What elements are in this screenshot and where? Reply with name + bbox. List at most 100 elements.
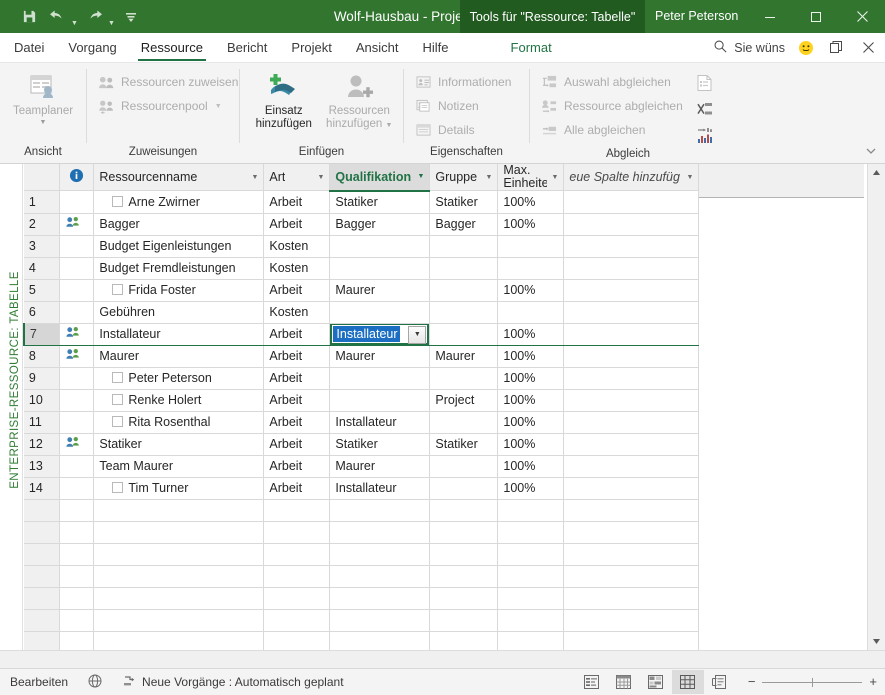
tell-me-box[interactable]: Sie wüns (713, 39, 791, 57)
cell-neue-spalte[interactable] (563, 543, 700, 566)
cell-max-einheiten[interactable]: 100% (497, 455, 565, 478)
cell-neue-spalte[interactable] (563, 301, 700, 324)
cell-art[interactable]: Arbeit (263, 322, 331, 346)
cell-art[interactable]: Arbeit (263, 190, 331, 214)
table-row[interactable]: 14 Tim Turner Arbeit Installateur 100% (23, 477, 700, 500)
cell-ressourcenname[interactable] (93, 543, 265, 566)
zoom-track[interactable] (762, 676, 863, 688)
row-number[interactable]: 2 (23, 213, 61, 236)
row-number[interactable]: 4 (23, 257, 61, 280)
ressource-abgleichen-button[interactable]: Ressource abgleichen (536, 95, 687, 117)
scroll-up-button[interactable] (868, 164, 885, 181)
cell-gruppe[interactable] (429, 455, 499, 478)
cell-art[interactable]: Arbeit (263, 345, 331, 368)
cell-neue-spalte[interactable] (563, 322, 700, 346)
tab-format[interactable]: Format (499, 33, 564, 62)
cell-gruppe[interactable] (429, 411, 499, 434)
cell-gruppe[interactable] (429, 499, 499, 522)
cell-neue-spalte[interactable] (563, 213, 700, 236)
column-header-qualifikation[interactable]: Qualifikation ▼ (329, 164, 431, 192)
zoom-slider[interactable]: − + (736, 675, 877, 688)
select-all-corner[interactable] (23, 164, 61, 191)
row-indicator[interactable] (59, 609, 95, 632)
cell-neue-spalte[interactable] (563, 433, 700, 456)
cell-max-einheiten[interactable] (497, 521, 565, 544)
auswahl-abgleichen-button[interactable]: Auswahl abgleichen (536, 71, 687, 93)
tab-hilfe[interactable]: Hilfe (411, 33, 461, 62)
scroll-down-button[interactable] (868, 633, 885, 650)
row-number[interactable]: 9 (23, 367, 61, 390)
column-header-art[interactable]: Art ▼ (263, 164, 331, 191)
save-icon[interactable] (16, 5, 42, 29)
cell-gruppe[interactable] (429, 301, 499, 324)
collapse-ribbon-icon[interactable] (865, 145, 879, 159)
table-row[interactable]: 1 Arne Zwirner Arbeit Statiker Statiker … (23, 190, 700, 214)
cell-qualifikation[interactable]: Maurer (329, 455, 431, 478)
cell-max-einheiten[interactable]: 100% (497, 190, 565, 214)
cell-art[interactable]: Arbeit (263, 213, 331, 236)
cell-gruppe[interactable] (429, 279, 499, 302)
cell-ressourcenname[interactable] (93, 499, 265, 522)
cell-qualifikation[interactable]: Maurer (329, 345, 431, 368)
table-row[interactable]: 4 Budget Fremdleistungen Kosten (23, 257, 700, 280)
cell-art[interactable]: Arbeit (263, 433, 331, 456)
cell-gruppe[interactable] (429, 477, 499, 500)
cell-qualifikation[interactable]: Bagger (329, 213, 431, 236)
cell-gruppe[interactable] (429, 587, 499, 610)
cell-neue-spalte[interactable] (563, 389, 700, 412)
cell-art[interactable]: Arbeit (263, 477, 331, 500)
qualifikation-dropdown-list[interactable]: Bagger Installateur (330, 345, 430, 346)
cell-max-einheiten[interactable]: 100% (497, 389, 565, 412)
zoom-out-button[interactable]: − (748, 675, 756, 688)
undo-group[interactable]: ▼ (44, 3, 79, 31)
cell-art[interactable]: Kosten (263, 257, 331, 280)
cell-ressourcenname[interactable] (93, 609, 265, 632)
table-row[interactable]: 10 Renke Holert Arbeit Project 100% (23, 389, 700, 412)
tab-datei[interactable]: Datei (0, 33, 56, 62)
row-number[interactable]: 11 (23, 411, 61, 434)
signed-in-user[interactable]: Peter Peterson (655, 0, 738, 33)
row-indicator[interactable] (59, 190, 95, 214)
table-row[interactable]: 2 Bagger Arbeit Bagger Bagger 100% (23, 213, 700, 236)
table-row-empty[interactable] (23, 521, 700, 544)
cell-art[interactable]: Kosten (263, 235, 331, 258)
cell-ressourcenname[interactable] (93, 565, 265, 588)
cell-qualifikation[interactable]: Installateur (329, 411, 431, 434)
cell-neue-spalte[interactable] (563, 190, 700, 214)
row-indicator[interactable] (59, 301, 95, 324)
row-indicator[interactable] (59, 279, 95, 302)
cell-qualifikation[interactable] (329, 521, 431, 544)
tab-ressource[interactable]: Ressource (129, 33, 215, 62)
chevron-down-icon[interactable]: ▼ (551, 174, 558, 181)
row-number[interactable]: 13 (23, 455, 61, 478)
notizen-button[interactable]: Notizen (410, 95, 515, 117)
cell-max-einheiten[interactable] (497, 257, 565, 280)
cell-gruppe[interactable] (429, 609, 499, 632)
undo-caret-icon[interactable]: ▼ (70, 3, 79, 31)
leveling-options-icon[interactable] (693, 71, 717, 95)
cell-ressourcenname[interactable] (93, 521, 265, 544)
gantt-view-button[interactable] (576, 670, 608, 694)
table-row-empty[interactable] (23, 543, 700, 566)
row-number[interactable] (23, 499, 61, 522)
tab-vorgang[interactable]: Vorgang (56, 33, 128, 62)
row-number[interactable]: 8 (23, 345, 61, 368)
table-row-empty[interactable] (23, 609, 700, 632)
alle-abgleichen-button[interactable]: Alle abgleichen (536, 119, 687, 141)
cell-neue-spalte[interactable] (563, 235, 700, 258)
row-indicator[interactable] (59, 389, 95, 412)
cell-gruppe[interactable]: Statiker (429, 433, 499, 456)
cell-neue-spalte[interactable] (563, 455, 700, 478)
table-row[interactable]: 12 Statiker Arbeit Statiker Statiker 100… (23, 433, 700, 456)
qualifikation-editor[interactable]: Installateur ▼ (330, 324, 429, 344)
reports-view-button[interactable] (704, 670, 736, 694)
redo-caret-icon[interactable]: ▼ (107, 3, 116, 31)
cell-art[interactable] (263, 587, 331, 610)
cell-qualifikation[interactable] (329, 543, 431, 566)
cell-neue-spalte[interactable] (563, 521, 700, 544)
cell-max-einheiten[interactable] (497, 543, 565, 566)
cell-ressourcenname[interactable]: Maurer (93, 345, 265, 368)
row-indicator[interactable] (59, 213, 95, 236)
cell-qualifikation[interactable] (329, 587, 431, 610)
cell-qualifikation[interactable] (329, 609, 431, 632)
